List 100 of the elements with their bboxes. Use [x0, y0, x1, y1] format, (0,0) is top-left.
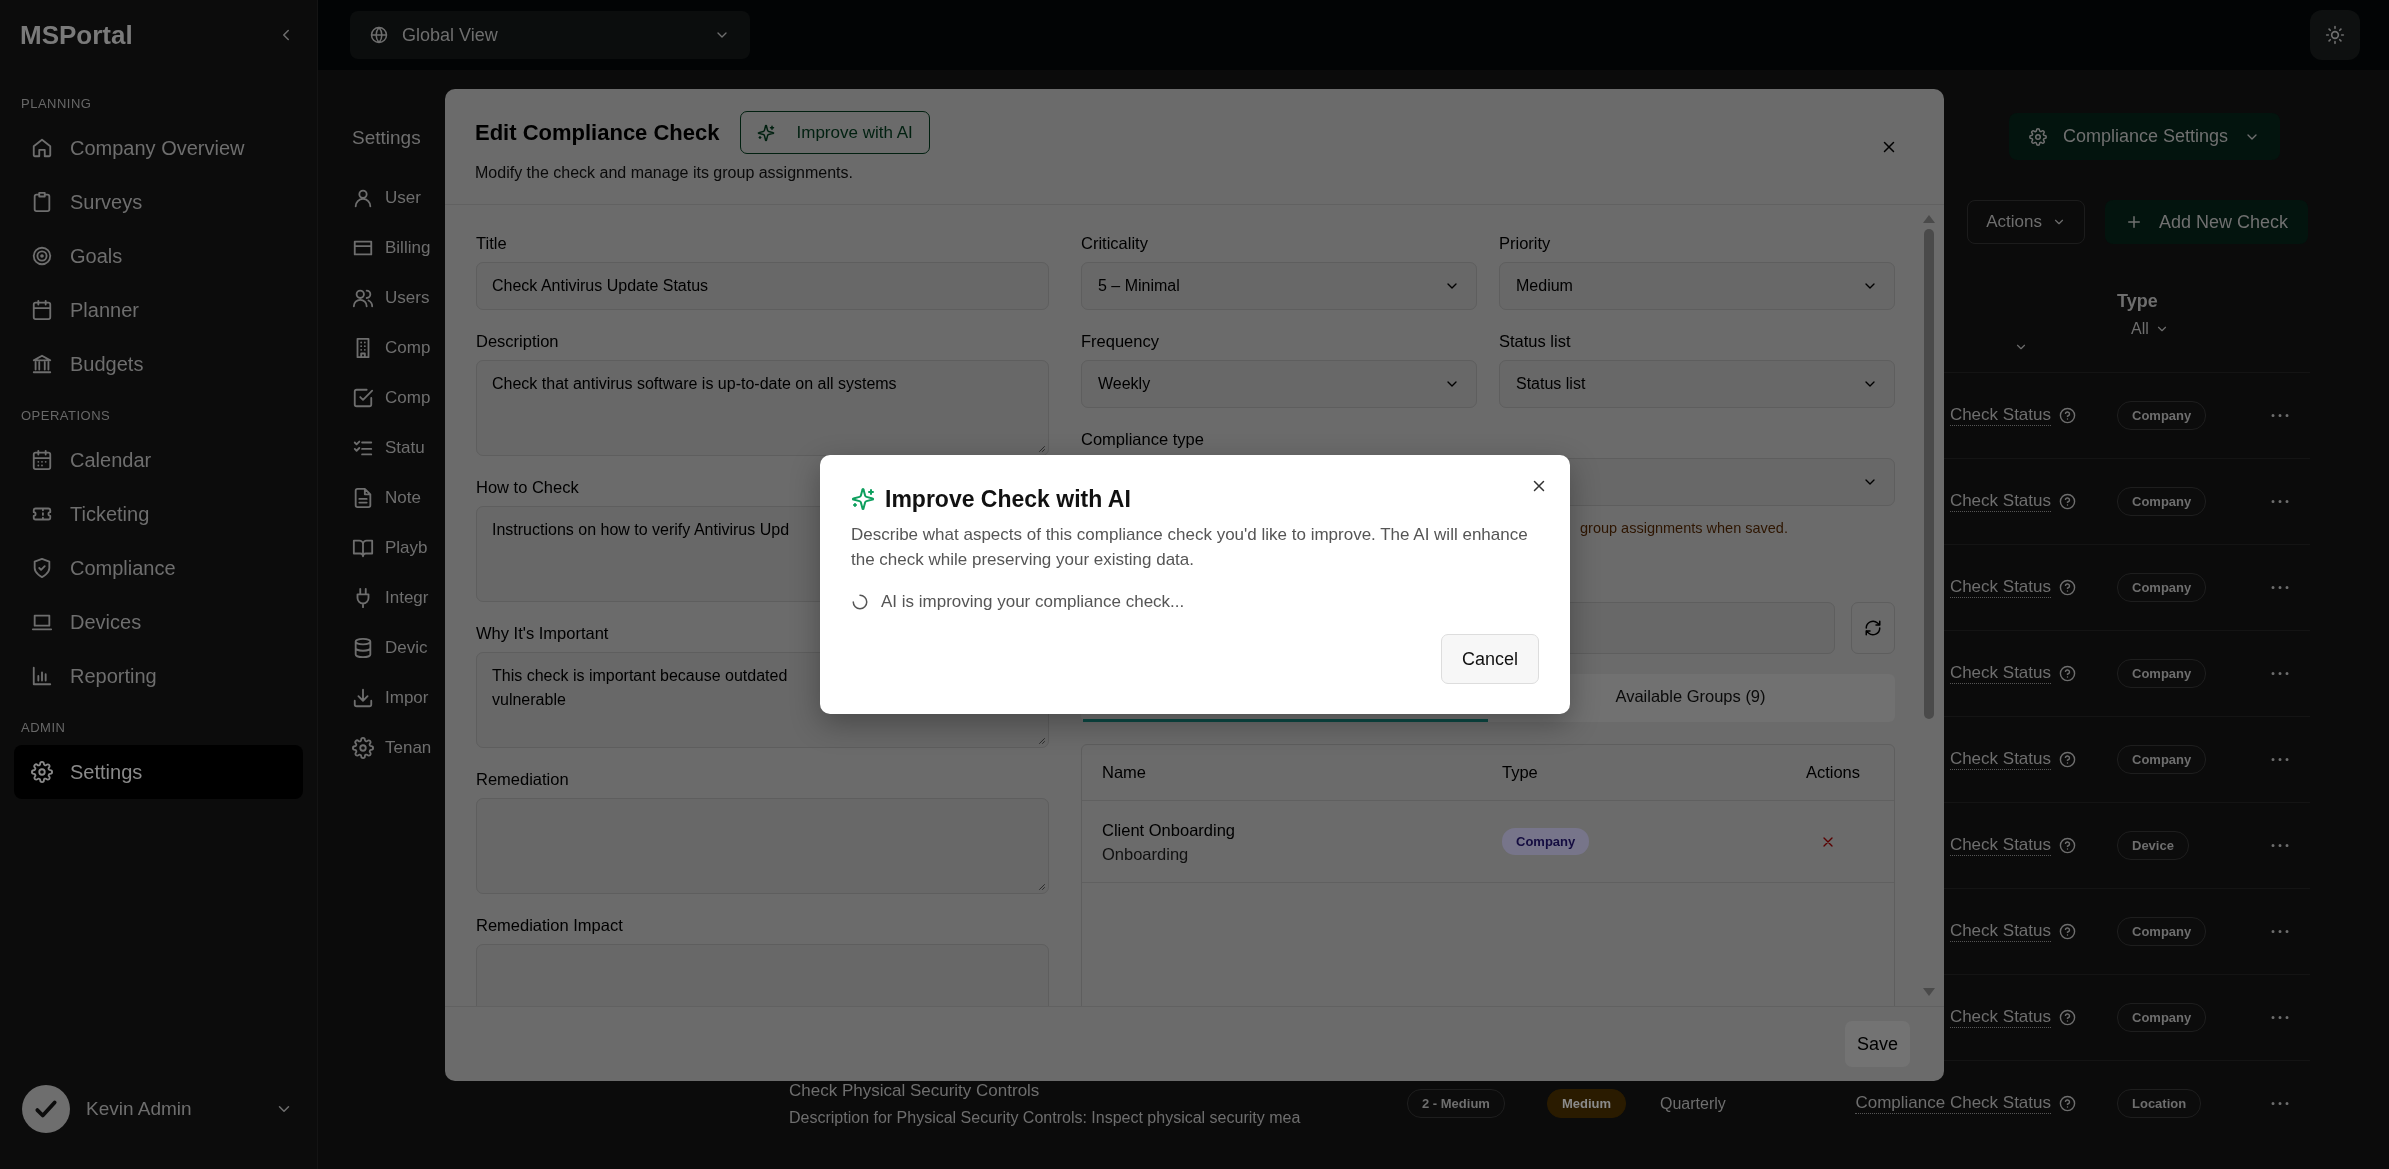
help-icon — [2059, 1009, 2076, 1026]
status-list-link[interactable]: Compliance Check Status — [1855, 1093, 2051, 1114]
sidebar-item[interactable]: Budgets — [14, 337, 303, 391]
help-icon — [2059, 1095, 2076, 1112]
status-list-link[interactable]: Check Status — [1949, 491, 2051, 512]
sidebar-item[interactable]: Compliance — [14, 541, 303, 595]
field-label: Criticality — [1081, 233, 1149, 254]
status-list-link[interactable]: Check Status — [1949, 663, 2051, 684]
sidebar-item[interactable]: Devices — [14, 595, 303, 649]
globe-icon — [370, 26, 388, 44]
warning-text: group assignments when saved. — [1580, 520, 1789, 536]
dropdown[interactable]: Status list — [1499, 360, 1895, 408]
cancel-button[interactable]: Cancel — [1440, 634, 1539, 684]
download-icon — [352, 687, 374, 709]
settings-nav-item[interactable]: Note — [345, 473, 470, 523]
sidebar-item[interactable]: Planner — [14, 283, 303, 337]
help-icon — [2059, 751, 2076, 768]
more-button[interactable] — [2270, 585, 2290, 590]
field-label: Frequency — [1081, 331, 1160, 352]
save-button[interactable]: Save — [1844, 1021, 1910, 1067]
sidebar-item[interactable]: Ticketing — [14, 487, 303, 541]
sidebar-item[interactable]: Reporting — [14, 649, 303, 703]
sidebar-item[interactable]: Settings — [14, 745, 303, 799]
criticality-badge: 2 - Medium — [1407, 1089, 1505, 1118]
check-name[interactable]: Check Physical Security Controls — [789, 1080, 1390, 1101]
column-header: Actions — [1804, 762, 1862, 783]
calendar-icon — [31, 449, 53, 471]
dropdown[interactable]: 5 – Minimal — [1081, 262, 1477, 310]
status-list-link[interactable]: Check Status — [1949, 577, 2051, 598]
text-area[interactable]: Check that antivirus software is up-to-date on all systems — [476, 360, 1049, 456]
more-icon — [2270, 1015, 2290, 1020]
add-check-button[interactable]: Add New Check — [2104, 200, 2308, 244]
settings-nav-item[interactable]: Devic — [345, 623, 470, 673]
sidebar-item[interactable]: Calendar — [14, 433, 303, 487]
settings-nav-item[interactable]: Playb — [345, 523, 470, 573]
dropdown[interactable]: Medium — [1499, 262, 1895, 310]
sidebar-item[interactable]: Company Overview — [14, 121, 303, 175]
field-label: Status list — [1499, 331, 1572, 352]
sidebar-item[interactable]: Surveys — [14, 175, 303, 229]
more-button[interactable] — [2270, 929, 2290, 934]
settings-nav-item[interactable]: Impor — [345, 673, 470, 723]
column-header[interactable]: Type — [2117, 291, 2250, 312]
settings-nav-item[interactable]: Integr — [345, 573, 470, 623]
settings-nav-item[interactable]: Comp — [345, 373, 470, 423]
sidebar-item[interactable]: Goals — [14, 229, 303, 283]
type-badge: Company — [2117, 659, 2207, 688]
refresh-button[interactable] — [1851, 602, 1895, 654]
more-icon — [2270, 499, 2290, 504]
group-name: Client Onboarding — [1102, 819, 1236, 841]
help-icon — [2059, 923, 2076, 940]
more-button[interactable] — [2270, 499, 2290, 504]
more-icon — [2270, 413, 2290, 418]
settings-nav-item[interactable]: User — [345, 173, 470, 223]
compliance-settings-button[interactable]: Compliance Settings — [2008, 113, 2280, 160]
type-filter-dropdown[interactable]: All — [2117, 320, 2250, 338]
field-label: Remediation — [476, 769, 570, 790]
type-badge: Device — [2117, 831, 2189, 860]
more-button[interactable] — [2270, 757, 2290, 762]
more-icon — [2270, 585, 2290, 590]
more-button[interactable] — [2270, 1101, 2290, 1106]
status-list-link[interactable]: Check Status — [1949, 835, 2051, 856]
more-button[interactable] — [2270, 413, 2290, 418]
help-icon — [2059, 493, 2076, 510]
more-button[interactable] — [2270, 1015, 2290, 1020]
status-list-link[interactable]: Check Status — [1949, 749, 2051, 770]
type-badge: Company — [2117, 401, 2207, 430]
settings-nav-item[interactable]: Tenan — [345, 723, 470, 773]
settings-nav-item[interactable]: Users — [345, 273, 470, 323]
improve-ai-button[interactable]: Improve with AI — [739, 111, 930, 154]
settings-nav-item[interactable]: Comp — [345, 323, 470, 373]
settings-nav-item[interactable]: Statu — [345, 423, 470, 473]
help-icon — [2059, 407, 2076, 424]
scope-dropdown[interactable]: Global View — [350, 11, 750, 59]
field-label: Remediation Impact — [476, 915, 624, 936]
more-icon — [2270, 757, 2290, 762]
document-icon — [352, 487, 374, 509]
sparkle-icon — [756, 123, 775, 142]
field-label: Description — [476, 331, 560, 352]
help-icon — [2059, 837, 2076, 854]
more-button[interactable] — [2270, 671, 2290, 676]
more-icon — [2270, 843, 2290, 848]
status-list-link[interactable]: Check Status — [1949, 921, 2051, 942]
text-field[interactable]: Check Antivirus Update Status — [476, 262, 1049, 310]
column-header: Type — [1501, 762, 1539, 783]
dialog-subtitle: Modify the check and manage its group assignments. — [475, 164, 854, 182]
more-button[interactable] — [2270, 843, 2290, 848]
settings-nav-item[interactable]: Billing — [345, 223, 470, 273]
clipboard-icon — [31, 191, 53, 213]
status-list-link[interactable]: Check Status — [1949, 1007, 2051, 1028]
status-list-link[interactable]: Check Status — [1949, 405, 2051, 426]
bank-icon — [31, 353, 53, 375]
scrollbar[interactable] — [1922, 215, 1936, 996]
type-badge: Company — [2117, 573, 2207, 602]
user-menu[interactable]: Kevin Admin — [14, 1069, 303, 1169]
user-icon — [352, 187, 374, 209]
target-icon — [31, 245, 53, 267]
dropdown[interactable]: Weekly — [1081, 360, 1477, 408]
actions-button[interactable]: Actions — [1967, 200, 2085, 244]
more-icon — [2270, 671, 2290, 676]
theme-toggle-button[interactable] — [2310, 10, 2360, 60]
